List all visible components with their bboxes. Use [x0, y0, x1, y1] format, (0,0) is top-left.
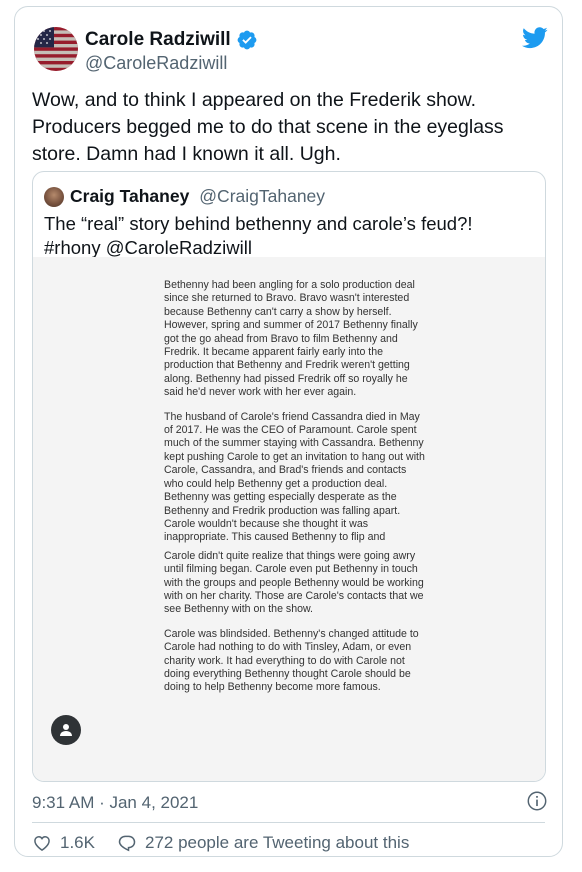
heart-icon — [34, 835, 50, 851]
twitter-bird-icon[interactable] — [522, 27, 548, 49]
conversation-count: 272 people are Tweeting about this — [144, 833, 410, 852]
like-button[interactable]: 1.6K — [32, 833, 95, 853]
quoted-tweet-image[interactable]: Bethenny had been angling for a solo pro… — [33, 257, 545, 781]
info-icon[interactable] — [526, 790, 548, 812]
quoted-author-handle: @CraigTahaney — [199, 186, 326, 206]
quoted-author-name: Craig Tahaney — [70, 186, 190, 206]
media-tag-button[interactable] — [51, 715, 81, 745]
quoted-tweet[interactable]: Craig Tahaney @CraigTahaney The “real” s… — [32, 171, 546, 782]
us-flag-avatar — [34, 27, 78, 71]
tweet-text: Wow, and to think I appeared on the Fred… — [32, 89, 504, 165]
author-name-line: Carole Radziwill — [85, 29, 258, 51]
document-paragraph: Carole didn't quite realize that things … — [164, 549, 424, 616]
screenshot-document: Bethenny had been angling for a solo pro… — [164, 279, 426, 706]
author-avatar[interactable] — [34, 27, 78, 71]
author-display-name[interactable]: Carole Radziwill — [85, 29, 231, 51]
document-paragraph: The husband of Carole's friend Cassandra… — [164, 410, 425, 544]
author-handle[interactable]: @CaroleRadziwill — [85, 53, 227, 74]
conversation-button[interactable]: 272 people are Tweeting about this — [117, 833, 409, 853]
tweet-card: Carole Radziwill @CaroleRadziwill Wow, a… — [14, 6, 563, 857]
document-paragraph: Carole was blindsided. Bethenny's change… — [164, 627, 419, 694]
quoted-tweet-text: The “real” story behind bethenny and car… — [44, 213, 473, 258]
person-icon — [60, 724, 72, 736]
document-paragraph: Bethenny had been angling for a solo pro… — [164, 279, 418, 399]
divider — [32, 822, 545, 823]
verified-badge-icon — [237, 30, 257, 50]
tweet-actions: 1.6K 272 people are Tweeting about this — [32, 833, 431, 853]
like-count: 1.6K — [60, 833, 95, 852]
quoted-tweet-header: Craig Tahaney @CraigTahaney — [44, 186, 325, 207]
tweet-timestamp[interactable]: 9:31 AM · Jan 4, 2021 — [32, 793, 198, 813]
reply-bubble-icon — [118, 835, 136, 852]
quoted-author-avatar — [44, 186, 64, 207]
